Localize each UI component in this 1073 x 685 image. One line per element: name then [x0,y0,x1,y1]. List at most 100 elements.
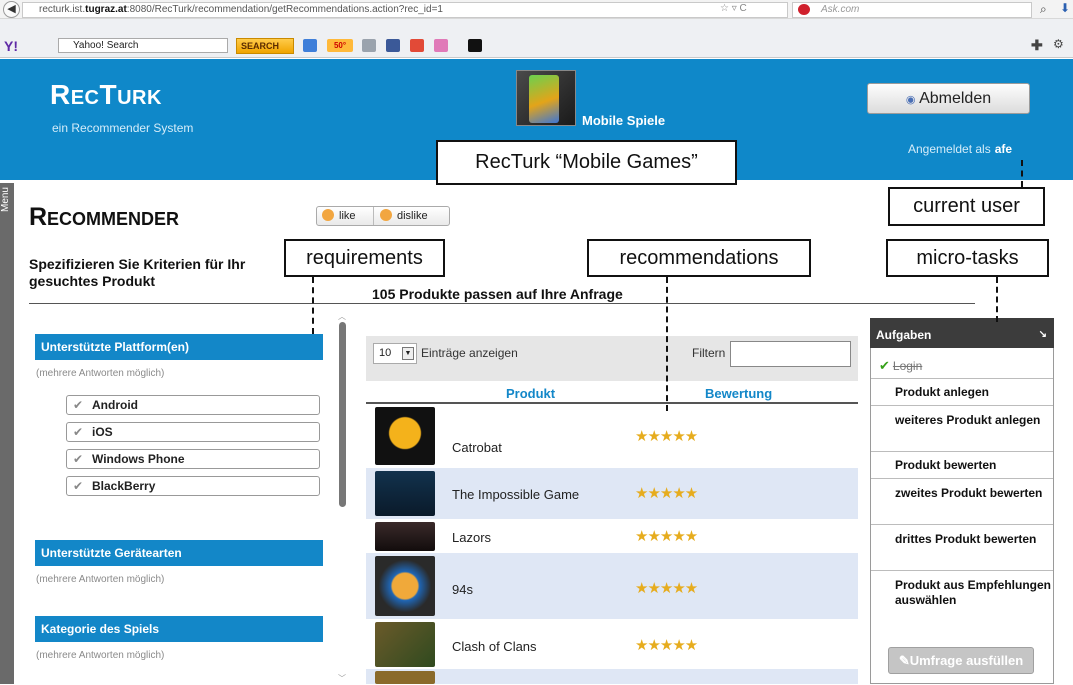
option-windows-phone[interactable]: ✔ Windows Phone [66,449,320,469]
download-icon[interactable]: ⬇ [1060,1,1070,15]
app-logo[interactable]: RecTurk [50,79,162,111]
task-rate-third-product[interactable]: drittes Produkt bewerten [871,525,1053,571]
weather-icon[interactable]: 50° [327,39,353,52]
table-row[interactable]: The Impossible Game ★★★★★ [366,468,858,519]
page-size-select[interactable]: 10 ▼ [373,343,417,364]
table-row[interactable]: Lazors ★★★★★ [366,519,858,553]
product-name[interactable]: Catrobat [452,440,502,455]
task-label: drittes Produkt bewerten [895,532,1037,546]
rating-stars: ★★★★★ [635,528,698,545]
check-icon: ✔ [879,358,890,373]
product-image [375,671,435,684]
rating-stars: ★★★★★ [635,580,698,597]
yahoo-search-placeholder: Yahoo! Search [73,40,139,51]
mail-icon[interactable] [303,39,317,52]
option-blackberry[interactable]: ✔ BlackBerry [66,476,320,496]
filter-label: Filtern [692,346,726,360]
option-label: Windows Phone [92,452,185,466]
option-android[interactable]: ✔ Android [66,395,320,415]
url-host: tugraz.at [85,4,127,15]
product-name[interactable]: The Impossible Game [452,487,579,502]
task-create-product[interactable]: Produkt anlegen [871,379,1053,406]
check-icon: ✔ [73,452,84,466]
task-rate-product[interactable]: Produkt bewerten [871,452,1053,479]
product-name[interactable]: Lazors [452,530,491,545]
table-row[interactable]: Catrobat ★★★★★ [366,404,858,468]
side-menu-label: Menu [0,187,11,213]
page-size-value: 10 [379,347,392,359]
filter-device-header[interactable]: Unterstützte Gerätearten [35,540,323,566]
product-image [375,471,435,516]
page-icon[interactable] [362,39,376,52]
filter-platform-header[interactable]: Unterstützte Plattform(en) [35,334,323,360]
plus-icon[interactable]: ✚ [1031,37,1043,54]
rating-stars: ★★★★★ [635,428,698,445]
filter-scrollbar[interactable]: ︿ ﹀ [338,311,347,685]
column-header-product[interactable]: Produkt [506,386,555,401]
app-tagline: ein Recommender System [52,121,194,135]
rating-stars: ★★★★★ [635,637,698,654]
tasks-title: Aufgaben [876,328,932,342]
yahoo-search-button[interactable]: SEARCH [236,38,294,54]
product-image [375,522,435,551]
collapse-icon[interactable]: ↘ [1039,329,1047,340]
annotation-connector [1021,160,1023,187]
url-field[interactable]: recturk.ist.tugraz.at:8080/RecTurk/recom… [22,2,788,18]
browser-address-bar: ◀ recturk.ist.tugraz.at:8080/RecTurk/rec… [0,0,1073,19]
filter-category-header[interactable]: Kategorie des Spiels [35,616,323,642]
annotation-connector [666,277,668,411]
product-name[interactable]: 94s [452,582,473,597]
option-ios[interactable]: ✔ iOS [66,422,320,442]
survey-button[interactable]: ✎Umfrage ausfüllen [888,647,1034,674]
check-icon: ✔ [73,398,84,412]
facebook-icon[interactable] [386,39,400,52]
logout-button[interactable]: ◉ Abmelden [867,83,1030,114]
side-menu-tab[interactable]: Menu [0,183,14,684]
dislike-button[interactable]: dislike [373,207,428,225]
back-icon[interactable]: ◀ [3,1,20,18]
bookmark-star-icon[interactable]: ☆ ▿ C [720,3,747,14]
gear-icon[interactable]: ⚙ [1053,37,1064,51]
rating-stars: ★★★★★ [635,485,698,502]
survey-label: Umfrage ausfüllen [909,653,1024,668]
yahoo-logo[interactable]: Y! [4,38,18,54]
column-header-rating[interactable]: Bewertung [705,386,772,401]
option-label: BlackBerry [92,479,156,493]
ask-search-field[interactable]: Ask.com [792,2,1032,18]
url-path: :8080/RecTurk/recommendation/getRecommen… [126,4,443,15]
option-label: iOS [92,425,113,439]
task-create-another-product[interactable]: weiteres Produkt anlegen [871,406,1053,452]
ask-logo-icon [798,4,810,15]
filter-input[interactable] [730,341,851,367]
like-button[interactable]: like [322,207,356,225]
option-label: Android [92,398,138,412]
task-rate-second-product[interactable]: zweites Produkt bewerten [871,479,1053,525]
task-login: ✔ Login [871,353,1053,379]
thumbs-up-icon [322,209,334,221]
criteria-heading: Spezifizieren Sie Kriterien für Ihr gesu… [29,256,246,289]
photo-icon[interactable] [410,39,424,52]
search-icon[interactable]: ⌕ [1040,2,1047,17]
ask-placeholder: Ask.com [821,4,860,15]
thumbs-down-icon [380,209,392,221]
task-select-recommendation[interactable]: Produkt aus Empfehlungen auswählen [871,571,1053,633]
logout-icon: ◉ [905,94,916,106]
yahoo-search-input[interactable]: Yahoo! Search [58,38,228,53]
table-row[interactable]: Clash of Clans ★★★★★ [366,619,858,669]
table-row[interactable]: 94s ★★★★★ [366,553,858,619]
filter-platform-hint: (mehrere Antworten möglich) [36,368,165,379]
filter-category-hint: (mehrere Antworten möglich) [36,650,165,661]
product-image [375,556,435,616]
annotation-requirements: requirements [284,239,445,277]
product-name[interactable]: Clash of Clans [452,639,537,654]
ebay-icon[interactable] [468,39,482,52]
table-row[interactable] [366,669,858,684]
annotation-connector [996,277,998,322]
puzzle-icon[interactable] [434,39,448,52]
scroll-down-icon[interactable]: ﹀ [338,673,346,684]
annotation-current-user: current user [888,187,1045,226]
scroll-up-icon[interactable]: ︿ [338,311,346,322]
scrollbar-thumb[interactable] [339,322,346,507]
tasks-header: Aufgaben ↘ [870,318,1054,348]
pencil-icon: ✎ [898,653,910,668]
